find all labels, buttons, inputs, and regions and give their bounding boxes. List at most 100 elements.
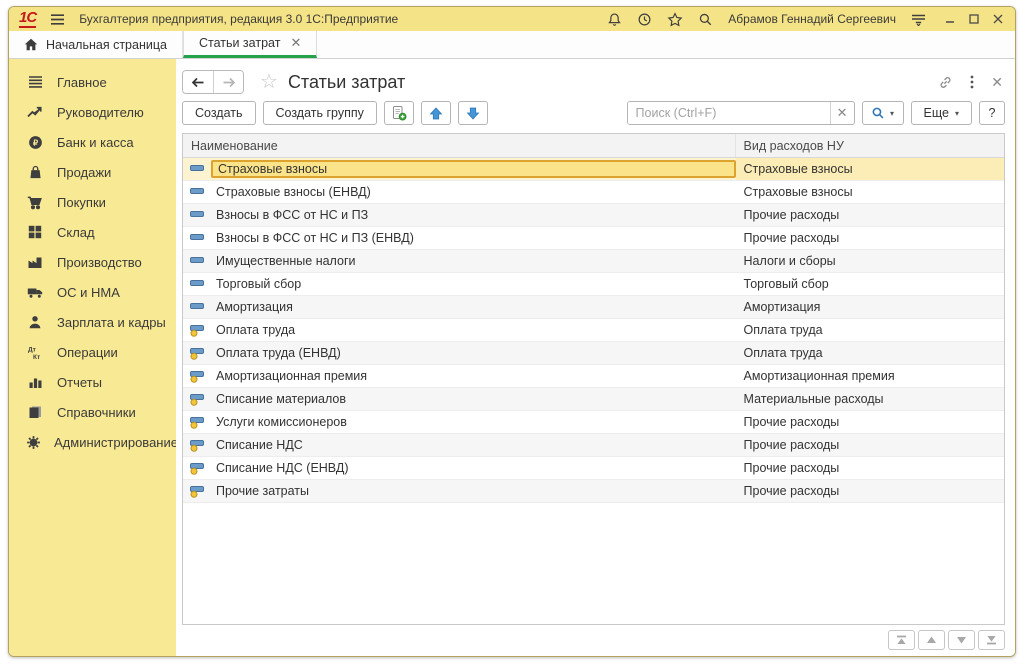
get-link-icon[interactable] — [938, 75, 953, 90]
notifications-bell-icon[interactable] — [607, 12, 622, 27]
go-last-row-button[interactable] — [978, 630, 1005, 650]
search-icon[interactable] — [698, 12, 713, 27]
column-header-expense-type[interactable]: Вид расходов НУ — [736, 139, 1004, 153]
main-menu-icon[interactable] — [50, 13, 65, 26]
sidebar-item-main[interactable]: Главное — [9, 67, 176, 97]
cost-item-name[interactable]: Оплата труда (ЕНВД) — [211, 346, 736, 360]
cost-item-name[interactable]: Торговый сбор — [211, 277, 736, 291]
table-row[interactable]: Списание НДСПрочие расходы — [183, 434, 1004, 457]
expense-type-value[interactable]: Прочие расходы — [736, 480, 1004, 502]
cost-item-name[interactable]: Страховые взносы (ЕНВД) — [211, 185, 736, 199]
predefined-item-icon — [183, 415, 211, 429]
cost-item-name[interactable]: Взносы в ФСС от НС и ПЗ (ЕНВД) — [211, 231, 736, 245]
table-row[interactable]: Взносы в ФСС от НС и ПЗ (ЕНВД)Прочие рас… — [183, 227, 1004, 250]
sidebar-item-purchases[interactable]: Покупки — [9, 187, 176, 217]
expense-type-value[interactable]: Оплата труда — [736, 342, 1004, 364]
copy-item-button[interactable] — [384, 101, 414, 125]
cost-item-name[interactable]: Амортизация — [211, 300, 736, 314]
sidebar-item-manager[interactable]: Руководителю — [9, 97, 176, 127]
expense-type-value[interactable]: Оплата труда — [736, 319, 1004, 341]
page-title: Статьи затрат — [288, 72, 405, 93]
more-actions-button[interactable]: Еще — [911, 101, 972, 125]
table-row[interactable]: Услуги комиссионеровПрочие расходы — [183, 411, 1004, 434]
minimize-button[interactable] — [945, 14, 955, 24]
expense-type-value[interactable]: Прочие расходы — [736, 457, 1004, 479]
cost-item-name[interactable]: Списание материалов — [211, 392, 736, 406]
table-row[interactable]: Торговый сборТорговый сбор — [183, 273, 1004, 296]
forward-button[interactable] — [213, 71, 243, 93]
cost-item-name[interactable]: Имущественные налоги — [211, 254, 736, 268]
expense-type-value[interactable]: Прочие расходы — [736, 227, 1004, 249]
tab-close-icon[interactable]: ✕ — [290, 35, 301, 51]
search-input[interactable] — [628, 102, 830, 124]
table-row[interactable]: Списание НДС (ЕНВД)Прочие расходы — [183, 457, 1004, 480]
sidebar-item-label: Отчеты — [57, 375, 102, 390]
predefined-item-icon — [183, 392, 211, 406]
sidebar-item-administration[interactable]: Администрирование — [9, 427, 176, 457]
sidebar-item-production[interactable]: Производство — [9, 247, 176, 277]
table-row[interactable]: Имущественные налогиНалоги и сборы — [183, 250, 1004, 273]
cost-item-name[interactable]: Оплата труда — [211, 323, 736, 337]
current-user[interactable]: Абрамов Геннадий Сергеевич — [728, 12, 896, 26]
expense-type-value[interactable]: Материальные расходы — [736, 388, 1004, 410]
tab-home[interactable]: Начальная страница — [9, 31, 183, 58]
sidebar-item-label: Руководителю — [57, 105, 144, 120]
table-row[interactable]: Страховые взносы (ЕНВД)Страховые взносы — [183, 181, 1004, 204]
create-button[interactable]: Создать — [182, 101, 256, 125]
expense-type-value[interactable]: Торговый сбор — [736, 273, 1004, 295]
sidebar-item-references[interactable]: Справочники — [9, 397, 176, 427]
favorites-star-icon[interactable] — [667, 12, 683, 27]
sidebar-item-salary-hr[interactable]: Зарплата и кадры — [9, 307, 176, 337]
move-down-button[interactable] — [458, 101, 488, 125]
cost-item-name[interactable]: Амортизационная премия — [211, 369, 736, 383]
go-next-row-button[interactable] — [948, 630, 975, 650]
create-group-button[interactable]: Создать группу — [263, 101, 377, 125]
expense-type-value[interactable]: Страховые взносы — [736, 181, 1004, 203]
search-options-button[interactable] — [862, 101, 904, 125]
search-clear-icon[interactable]: ✕ — [830, 102, 854, 124]
sidebar-item-bank-cash[interactable]: ₽Банк и касса — [9, 127, 176, 157]
move-up-button[interactable] — [421, 101, 451, 125]
table-row[interactable]: Оплата трудаОплата труда — [183, 319, 1004, 342]
table-row[interactable]: Прочие затратыПрочие расходы — [183, 480, 1004, 503]
cost-item-name[interactable]: Услуги комиссионеров — [211, 415, 736, 429]
cost-item-name[interactable]: Взносы в ФСС от НС и ПЗ — [211, 208, 736, 222]
column-header-name[interactable]: Наименование — [183, 134, 736, 157]
expense-type-value[interactable]: Прочие расходы — [736, 434, 1004, 456]
back-button[interactable] — [183, 71, 213, 93]
sidebar-item-sales[interactable]: Продажи — [9, 157, 176, 187]
add-to-favorites-star-icon[interactable]: ☆ — [260, 72, 278, 92]
expense-type-value[interactable]: Прочие расходы — [736, 204, 1004, 226]
sidebar-item-warehouse[interactable]: Склад — [9, 217, 176, 247]
cost-item-name[interactable]: Списание НДС (ЕНВД) — [211, 461, 736, 475]
help-button[interactable]: ? — [979, 101, 1005, 125]
expense-type-value[interactable]: Прочие расходы — [736, 411, 1004, 433]
table-row[interactable]: Оплата труда (ЕНВД)Оплата труда — [183, 342, 1004, 365]
cost-item-name[interactable]: Прочие затраты — [211, 484, 736, 498]
table-row[interactable]: Списание материаловМатериальные расходы — [183, 388, 1004, 411]
close-panel-icon[interactable]: ✕ — [991, 75, 1003, 89]
tab-cost-items[interactable]: Статьи затрат ✕ — [183, 31, 317, 58]
expense-type-value[interactable]: Налоги и сборы — [736, 250, 1004, 272]
settings-menu-icon[interactable] — [911, 13, 926, 26]
table-row[interactable]: АмортизацияАмортизация — [183, 296, 1004, 319]
sidebar-item-operations[interactable]: ДтКтОперации — [9, 337, 176, 367]
history-icon[interactable] — [637, 12, 652, 27]
more-menu-dots-icon[interactable] — [970, 75, 974, 89]
close-button[interactable] — [993, 14, 1003, 24]
sidebar-item-fixed-assets[interactable]: ОС и НМА — [9, 277, 176, 307]
cost-item-name[interactable]: Страховые взносы — [211, 160, 736, 178]
sidebar-item-reports[interactable]: Отчеты — [9, 367, 176, 397]
table-row[interactable]: Страховые взносыСтраховые взносы — [183, 158, 1004, 181]
table-row[interactable]: Амортизационная премияАмортизационная пр… — [183, 365, 1004, 388]
expense-type-value[interactable]: Страховые взносы — [736, 158, 1004, 180]
table-nav-footer — [182, 625, 1005, 651]
go-previous-row-button[interactable] — [918, 630, 945, 650]
cost-item-name[interactable]: Списание НДС — [211, 438, 736, 452]
maximize-button[interactable] — [969, 14, 979, 24]
expense-type-value[interactable]: Амортизация — [736, 296, 1004, 318]
go-first-row-button[interactable] — [888, 630, 915, 650]
table-row[interactable]: Взносы в ФСС от НС и ПЗПрочие расходы — [183, 204, 1004, 227]
table-header-row: Наименование Вид расходов НУ — [183, 134, 1004, 158]
expense-type-value[interactable]: Амортизационная премия — [736, 365, 1004, 387]
